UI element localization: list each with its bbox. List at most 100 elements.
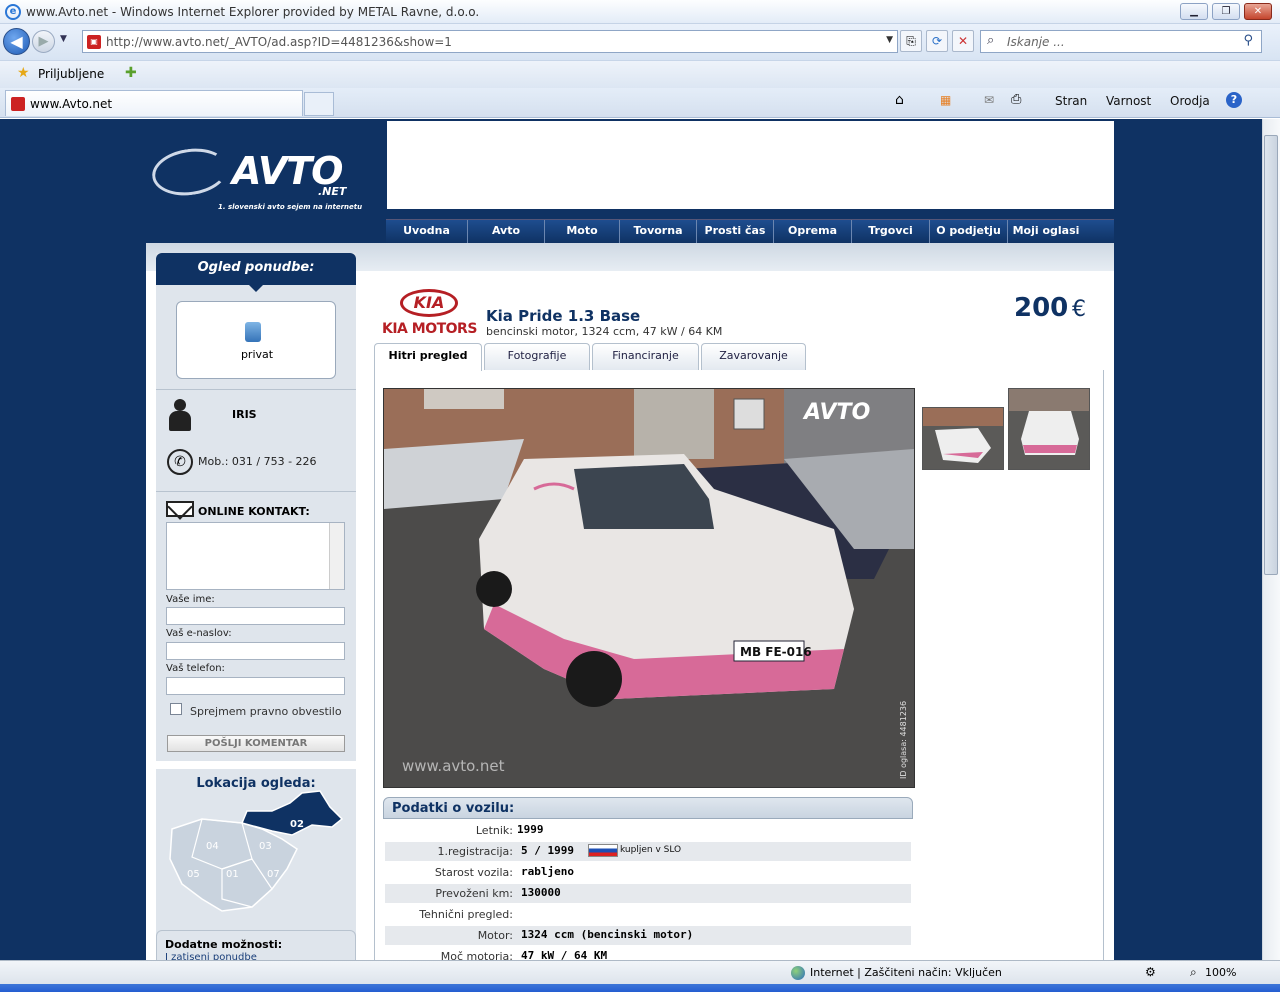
nav-tovorna[interactable]: Tovorna bbox=[620, 220, 697, 243]
phone-icon: ✆ bbox=[167, 449, 193, 475]
read-mail-icon[interactable]: ✉ bbox=[984, 93, 994, 107]
zoom-level[interactable]: 100% bbox=[1205, 966, 1236, 979]
internet-zone-icon bbox=[791, 966, 805, 980]
extra-options-link[interactable]: I zatiseni ponudbe bbox=[165, 952, 257, 960]
security-zone-text: Internet | Zaščiteni način: Vključen bbox=[810, 966, 1002, 979]
menu-safety[interactable]: Varnost bbox=[1106, 94, 1151, 108]
tab-quick-overview[interactable]: Hitri pregled bbox=[374, 343, 482, 371]
history-dropdown-icon[interactable]: ▼ bbox=[60, 34, 67, 44]
nav-uvodna[interactable]: Uvodna bbox=[386, 220, 468, 243]
region-07-label[interactable]: 07 bbox=[267, 869, 280, 880]
message-textarea[interactable] bbox=[166, 522, 345, 590]
site-favicon-icon: ▣ bbox=[87, 35, 101, 49]
name-field[interactable] bbox=[166, 607, 345, 625]
nav-moji-oglasi[interactable]: Moji oglasi bbox=[1008, 220, 1084, 243]
message-scrollbar[interactable] bbox=[329, 523, 344, 589]
nav-avto[interactable]: Avto bbox=[468, 220, 545, 243]
send-comment-button[interactable]: POŠLJI KOMENTAR bbox=[167, 735, 345, 752]
region-01-label[interactable]: 01 bbox=[226, 869, 239, 880]
spec-label: Motor: bbox=[477, 929, 513, 942]
nav-o-podjetju[interactable]: O podjetju bbox=[930, 220, 1008, 243]
name-label: Vaše ime: bbox=[166, 594, 215, 605]
spec-value: 47 kW / 64 KM bbox=[521, 949, 608, 960]
region-03-label[interactable]: 03 bbox=[259, 841, 272, 852]
spec-label: Prevoženi km: bbox=[435, 887, 513, 900]
email-field[interactable] bbox=[166, 642, 345, 660]
feeds-icon[interactable]: ▦ bbox=[940, 93, 951, 107]
scrollbar-thumb[interactable] bbox=[1264, 135, 1278, 575]
nav-moto[interactable]: Moto bbox=[545, 220, 620, 243]
nav-oprema[interactable]: Oprema bbox=[774, 220, 852, 243]
photo-thumbnail-1[interactable] bbox=[922, 407, 1004, 470]
address-url[interactable]: http://www.avto.net/_AVTO/ad.asp?ID=4481… bbox=[106, 35, 452, 49]
protected-mode-icon[interactable]: ⚙ bbox=[1145, 965, 1156, 979]
favorites-button[interactable]: Priljubljene bbox=[38, 67, 104, 81]
address-dropdown-icon[interactable]: ▼ bbox=[886, 35, 893, 45]
spec-row: Tehnični pregled: bbox=[385, 905, 911, 924]
forward-button[interactable]: ▶ bbox=[32, 30, 55, 53]
zoom-icon: ⌕ bbox=[1190, 965, 1197, 979]
minimize-button[interactable]: ▁ bbox=[1180, 3, 1208, 20]
terms-label[interactable]: Sprejmem pravno obvestilo bbox=[166, 704, 346, 719]
photo-thumbnail-2[interactable] bbox=[1008, 388, 1090, 470]
tab-photos[interactable]: Fotografije bbox=[484, 343, 590, 370]
phone-field[interactable] bbox=[166, 677, 345, 695]
search-icon[interactable]: ⚲ bbox=[1243, 33, 1253, 48]
price-currency: € bbox=[1072, 297, 1086, 322]
refresh-icon[interactable]: ⟳ bbox=[926, 30, 948, 52]
search-placeholder: Iskanje ... bbox=[1007, 35, 1065, 49]
vehicle-data-heading: Podatki o vozilu: bbox=[383, 797, 913, 819]
tab-bar: www.Avto.net ⌂ ▦ ✉ ⎙ Stran Varnost Orodj… bbox=[0, 88, 1280, 118]
new-tab-button[interactable] bbox=[304, 92, 334, 116]
page-viewport: AVTO .NET 1. slovenski avto sejem na int… bbox=[0, 119, 1262, 960]
nav-prosti-cas[interactable]: Prosti čas bbox=[697, 220, 774, 243]
seller-name: IRIS bbox=[232, 408, 257, 421]
listing-price: 200 bbox=[1014, 293, 1069, 323]
site-logo[interactable]: AVTO .NET 1. slovenski avto sejem na int… bbox=[146, 119, 386, 219]
print-icon[interactable]: ⎙ bbox=[1011, 92, 1021, 107]
logo-swoosh-icon bbox=[149, 143, 231, 201]
home-icon[interactable]: ⌂ bbox=[895, 92, 904, 108]
spec-value: 1999 bbox=[517, 823, 544, 836]
favorites-star-icon[interactable]: ★ bbox=[17, 65, 30, 81]
spec-label: Moč motorja: bbox=[440, 950, 513, 960]
divider bbox=[156, 761, 356, 769]
status-bar: Internet | Zaščiteni način: Vključen ⚙ ⌕… bbox=[0, 960, 1280, 984]
tab-insurance[interactable]: Zavarovanje bbox=[701, 343, 806, 370]
spec-value: rabljeno bbox=[521, 865, 574, 878]
car-photo[interactable]: MB FE-016 AVTO www.avto.net ID oglasa: 4… bbox=[383, 388, 915, 788]
region-04-label[interactable]: 04 bbox=[206, 841, 219, 852]
compatibility-view-icon[interactable]: ⎘ bbox=[900, 30, 922, 52]
back-button[interactable]: ◀ bbox=[3, 28, 30, 55]
menu-page[interactable]: Stran bbox=[1055, 94, 1087, 108]
seller-phone: Mob.: 031 / 753 - 226 bbox=[198, 455, 317, 468]
spec-label: Tehnični pregled: bbox=[419, 908, 513, 921]
mail-icon bbox=[166, 494, 194, 520]
tab-financing[interactable]: Financiranje bbox=[592, 343, 699, 370]
search-input[interactable]: ⌕ Iskanje ... ⚲ bbox=[980, 30, 1262, 53]
tab-avto[interactable]: www.Avto.net bbox=[5, 90, 303, 116]
seller-type-box: privat bbox=[176, 301, 336, 379]
stop-icon[interactable]: ✕ bbox=[952, 30, 974, 52]
region-05-label[interactable]: 05 bbox=[187, 869, 200, 880]
slovenia-region-map[interactable]: 02 04 03 05 01 07 bbox=[162, 789, 352, 919]
spec-row: Letnik: 1999 bbox=[385, 821, 911, 840]
phone-label: Vaš telefon: bbox=[166, 663, 225, 674]
region-02-label[interactable]: 02 bbox=[290, 819, 304, 830]
menu-tools[interactable]: Orodja bbox=[1170, 94, 1210, 108]
address-bar[interactable]: ▣ http://www.avto.net/_AVTO/ad.asp?ID=44… bbox=[82, 30, 898, 53]
sidebar-heading-arrow bbox=[248, 284, 264, 292]
listing-title: Kia Pride 1.3 Base bbox=[486, 307, 641, 325]
os-taskbar bbox=[0, 984, 1280, 992]
tab-favicon-icon bbox=[11, 97, 25, 111]
nav-trgovci[interactable]: Trgovci bbox=[852, 220, 930, 243]
photo-watermark-logo: AVTO bbox=[802, 400, 870, 425]
spec-value: 1324 ccm (bencinski motor) bbox=[521, 928, 694, 941]
close-button[interactable]: ✕ bbox=[1244, 3, 1272, 20]
help-icon[interactable]: ? bbox=[1226, 92, 1242, 108]
private-seller-icon bbox=[245, 322, 261, 342]
add-favorite-icon[interactable]: ✚ bbox=[125, 65, 137, 81]
spec-value: 130000 bbox=[521, 886, 561, 899]
ie-logo-icon: e bbox=[5, 4, 21, 20]
maximize-button[interactable]: ❐ bbox=[1212, 3, 1240, 20]
